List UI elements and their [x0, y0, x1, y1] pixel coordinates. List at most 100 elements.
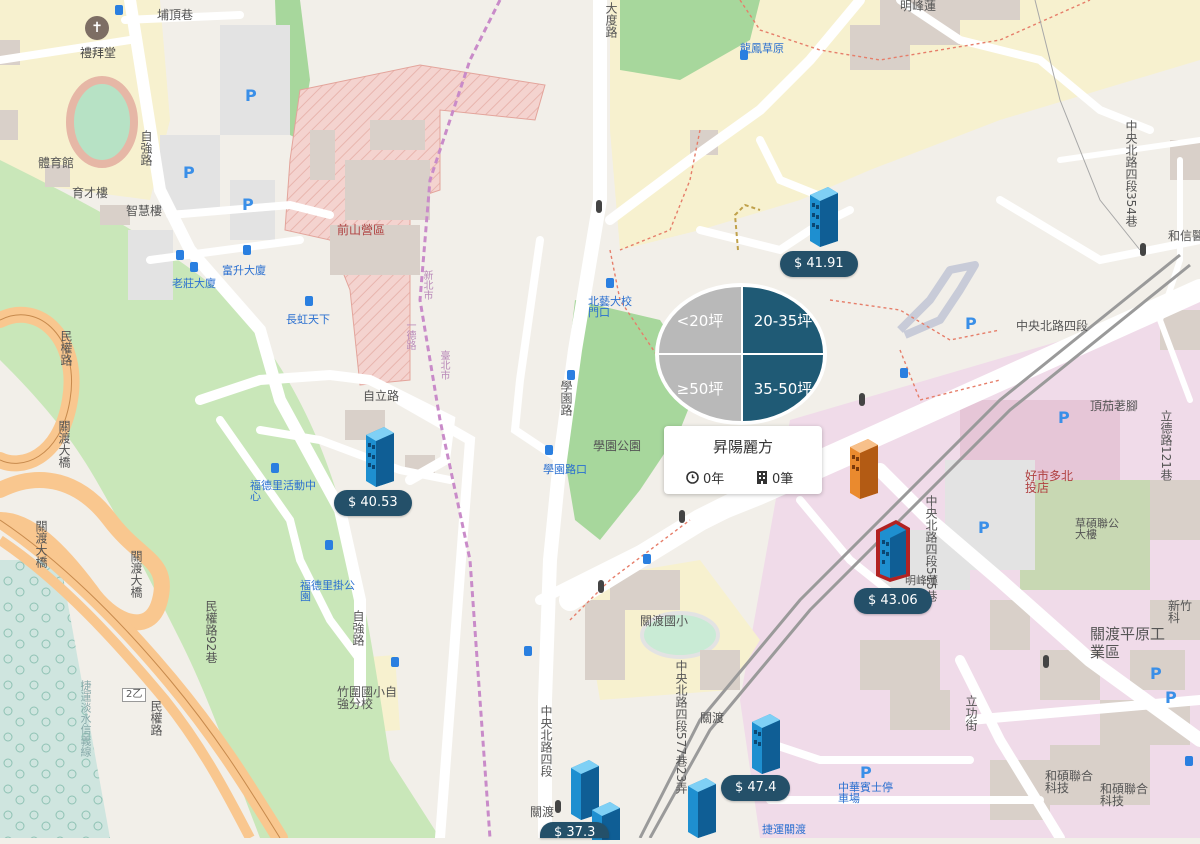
parking-icon: P	[860, 763, 872, 782]
size-filter-pie: <20坪 20-35坪 ≥50坪 35-50坪	[655, 283, 827, 425]
parking-icon: P	[1165, 688, 1177, 707]
listing-building-marker[interactable]	[684, 776, 720, 838]
traffic-light-icon	[555, 800, 561, 813]
map-label-building: 明峰蓮	[900, 0, 937, 13]
map-label-danshui-line: 捷運淡水信義線	[79, 680, 92, 757]
map-label-zhongyang-354: 中央北路四段354巷	[1124, 120, 1138, 227]
map-label-minquan-92: 民權路92巷	[204, 600, 218, 664]
map-label-heshuo-1: 和碩聯合科技	[1045, 769, 1094, 795]
size-option-gte50[interactable]: ≥50坪	[659, 355, 741, 421]
parking-icon: P	[1058, 408, 1070, 427]
map-label-rt-mart: 好市多北投店	[1025, 469, 1074, 495]
map-label-church: 禮拜堂	[80, 46, 117, 60]
map-label-heyu: 和信醫	[1168, 229, 1200, 243]
map-label-guandu-elem: 關渡國小	[640, 614, 689, 628]
size-option-35-50[interactable]: 35-50坪	[743, 355, 823, 421]
building-icon	[757, 471, 767, 484]
map-base-layer	[0, 0, 1200, 838]
map-label-laozhuang: 老莊大廈	[172, 277, 216, 290]
traffic-light-icon	[598, 580, 604, 593]
map-label-jieyun: 捷運關渡	[762, 823, 806, 836]
traffic-light-icon	[1043, 655, 1049, 668]
listing-building-marker[interactable]	[748, 712, 784, 774]
map-label-yidu: 一德路	[404, 320, 415, 350]
bus-stop-icon	[545, 445, 553, 455]
traffic-light-icon	[596, 200, 602, 213]
bus-stop-icon	[900, 368, 908, 378]
listing-price-pill[interactable]: $ 47.4	[721, 775, 791, 801]
parking-icon: P	[965, 314, 977, 333]
map-label-guandu-bridge-2: 關渡大橋	[129, 550, 143, 598]
parking-icon: P	[245, 86, 257, 105]
bus-stop-icon	[190, 262, 198, 272]
map-label-zhiqiang-road: 自強路	[139, 130, 153, 166]
parking-icon: P	[978, 518, 990, 537]
listing-building-marker-selected[interactable]	[872, 518, 914, 582]
map-label-minquan-elev: 民權路	[149, 700, 163, 736]
map-canvas[interactable]: 禮拜堂 ✝ 埔頂巷 自強路 體育館 育才樓 智慧樓 老莊大廈 富升大廈 長虹天下…	[0, 0, 1200, 840]
map-label-zhuwei-school: 竹圍國小自強分校	[337, 685, 398, 711]
map-label-heshuo-2: 和碩聯合科技	[1100, 782, 1149, 808]
map-label-lide-road: 立德路121巷	[1159, 410, 1173, 481]
map-label-guandu: 關渡	[700, 711, 725, 725]
map-label-road-2z: 2乙	[122, 688, 147, 702]
listing-price-pill[interactable]: $ 40.53	[334, 490, 412, 516]
listing-building-marker[interactable]	[362, 425, 398, 487]
listing-building-marker[interactable]	[846, 437, 882, 499]
map-label-xinbei: 新北市	[421, 270, 432, 300]
bus-stop-icon	[606, 278, 614, 288]
parking-icon: P	[183, 163, 195, 182]
map-label-zhihui: 智慧樓	[126, 204, 163, 218]
map-label-zhiqiang-road-2: 自強路	[351, 610, 365, 646]
map-label-zhongyang-n4: 中央北路四段	[1016, 319, 1089, 333]
map-label-zhongyang-n4-left: 中央北路四段	[539, 705, 553, 777]
map-label-minquan-left: 民權路	[59, 330, 73, 366]
traffic-light-icon	[859, 393, 865, 406]
church-icon: ✝	[85, 16, 109, 40]
listing-building-marker[interactable]	[806, 185, 842, 247]
map-label-taipei: 臺北市	[438, 350, 449, 380]
map-label-gym: 體育館	[38, 156, 75, 170]
listing-price-pill[interactable]: $ 37.3	[540, 822, 610, 840]
map-label-guandu-stn: 關渡	[530, 805, 555, 819]
map-label-changhong: 長虹天下	[286, 313, 330, 326]
building-info-popup[interactable]: 昇陽麗方 0年 0筆	[664, 426, 822, 494]
map-label-guandu-industrial: 關渡平原工業區	[1090, 625, 1166, 661]
map-label-fude-park: 福德里掛公園	[300, 579, 355, 603]
parking-icon: P	[242, 195, 254, 214]
popup-count-value: 0筆	[772, 472, 794, 487]
map-label-yucai: 育才樓	[72, 186, 109, 200]
popup-age: 0年	[686, 468, 724, 487]
map-label-fusheng: 富升大廈	[222, 264, 266, 277]
map-label-gandu: 大度路	[604, 2, 618, 38]
listing-price-pill[interactable]: $ 41.91	[780, 251, 858, 277]
map-label-zhonghua: 中華賓士停車場	[838, 781, 893, 805]
clock-icon	[686, 471, 699, 484]
map-label-ligong-st: 立功街	[964, 695, 978, 731]
map-label-puding-lane: 埔頂巷	[157, 8, 194, 22]
size-option-lt20[interactable]: <20坪	[659, 287, 741, 353]
size-option-20-35[interactable]: 20-35坪	[743, 287, 823, 353]
traffic-light-icon	[679, 510, 685, 523]
bus-stop-icon	[567, 370, 575, 380]
map-label-xueyuan-stop: 學園路口	[543, 463, 587, 476]
map-label-tnua-gate: 北藝大校門口	[588, 295, 632, 319]
bus-stop-icon	[524, 646, 532, 656]
map-label-xinzhu: 新竹科	[1168, 599, 1193, 625]
popup-title: 昇陽麗方	[712, 438, 773, 456]
map-label-fude-center: 福德里活動中心	[250, 479, 316, 503]
parking-icon: P	[1150, 664, 1162, 683]
bus-stop-icon	[740, 50, 748, 60]
bus-stop-icon	[325, 540, 333, 550]
listing-price-pill[interactable]: $ 43.06	[854, 588, 932, 614]
traffic-light-icon	[1140, 243, 1146, 256]
bus-stop-icon	[391, 657, 399, 667]
bus-stop-icon	[305, 296, 313, 306]
map-label-guandu-bridge-1: 關渡大橋	[57, 420, 71, 468]
bus-stop-icon	[176, 250, 184, 260]
map-label-qianshan: 前山營區	[337, 223, 386, 237]
popup-count: 0筆	[756, 468, 793, 487]
map-label-dingqie: 頂茄荖腳	[1090, 399, 1139, 413]
map-label-xueyuan-park: 學園公園	[593, 439, 642, 453]
popup-age-value: 0年	[703, 472, 725, 487]
